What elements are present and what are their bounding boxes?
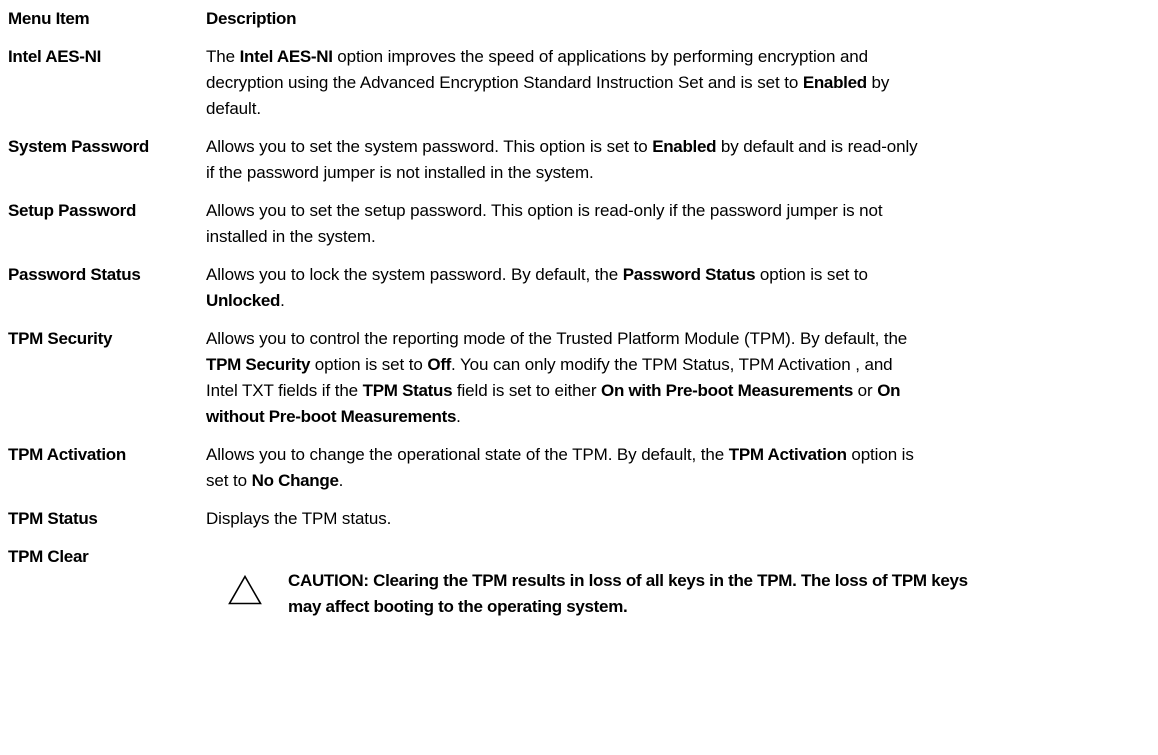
caution-triangle-icon — [228, 575, 262, 605]
text-run: Allows you to set the system password. T… — [206, 137, 653, 156]
menu-item-term: Password Status — [8, 265, 141, 284]
menu-item-description: The Intel AES-NI option improves the spe… — [206, 44, 1148, 122]
text-run: . — [280, 291, 285, 310]
emphasized-text: Unlocked — [206, 291, 281, 310]
text-run: set to — [206, 471, 252, 490]
menu-item-term: TPM Security — [8, 329, 113, 348]
menu-item-term: Setup Password — [8, 201, 137, 220]
menu-item-term: TPM Clear — [8, 547, 89, 566]
text-run: if the password jumper is not installed … — [206, 163, 594, 182]
table-row: Intel AES-NI The Intel AES-NI option impr… — [8, 44, 1148, 122]
text-run: by default and is read-only — [716, 137, 918, 156]
table-row: TPM Status Displays the TPM status. — [8, 506, 1148, 532]
text-run: Allows you to control the reporting mode… — [206, 329, 908, 348]
table-row: System Password Allows you to set the sys… — [8, 134, 1148, 186]
menu-item-description: Allows you to set the setup password. Th… — [206, 198, 1148, 250]
emphasized-text: TPM Activation — [728, 445, 847, 464]
menu-item-term: TPM Status — [8, 509, 98, 528]
emphasized-text: On — [877, 381, 901, 400]
text-run: or — [853, 381, 878, 400]
description-heading: Description — [206, 9, 297, 28]
caution-note: CAUTION: Clearing the TPM results in los… — [228, 568, 1148, 620]
emphasized-text: without Pre-boot Measurements — [206, 407, 457, 426]
menu-item-description: Allows you to lock the system password. … — [206, 262, 1148, 314]
emphasized-text: On with Pre-boot Measurements — [601, 381, 854, 400]
text-run: option improves the speed of application… — [332, 47, 869, 66]
emphasized-text: No Change — [251, 471, 339, 490]
menu-item-description: Allows you to control the reporting mode… — [206, 326, 1148, 430]
text-run: Displays the TPM status. — [206, 509, 392, 528]
text-run: . You can only modify the TPM Status, TP… — [451, 355, 893, 374]
text-run: decryption using the Advanced Encryption… — [206, 73, 803, 92]
document: Menu Item Description Intel AES-NI The In… — [8, 6, 1148, 620]
table-row: TPM Activation Allows you to change the o… — [8, 442, 1148, 494]
text-run: Allows you to lock the system password. … — [206, 265, 623, 284]
text-run: installed in the system. — [206, 227, 376, 246]
text-run: by — [866, 73, 890, 92]
menu-item-description: Allows you to set the system password. T… — [206, 134, 1148, 186]
menu-item-term: Intel AES-NI — [8, 47, 102, 66]
text-run: option is set to — [755, 265, 868, 284]
caution-text: CAUTION: Clearing the TPM results in los… — [288, 568, 968, 620]
emphasized-text: TPM Status — [362, 381, 453, 400]
menu-item-description: Allows you to change the operational sta… — [206, 442, 1148, 494]
table-row: TPM Security Allows you to control the re… — [8, 326, 1148, 430]
text-run: . — [456, 407, 461, 426]
text-run: . — [338, 471, 344, 490]
emphasized-text: Enabled — [652, 137, 717, 156]
text-run: field is set to either — [452, 381, 602, 400]
menu-item-description: Displays the TPM status. — [206, 506, 1148, 532]
emphasized-text: Enabled — [802, 73, 867, 92]
emphasized-text: Password Status — [622, 265, 756, 284]
emphasized-text: TPM Security — [206, 355, 311, 374]
caution-line: may affect booting to the operating syst… — [288, 597, 628, 616]
table-header: Menu Item Description — [8, 6, 1148, 32]
definition-list: Intel AES-NI The Intel AES-NI option impr… — [8, 44, 1148, 532]
text-run: The — [206, 47, 240, 66]
table-row-tpm-clear: TPM Clear CAUTION: Clearing the TPM resu… — [8, 544, 1148, 620]
emphasized-text: Off — [427, 355, 452, 374]
text-run: option is set to — [310, 355, 428, 374]
menu-item-description: CAUTION: Clearing the TPM results in los… — [206, 544, 1148, 620]
menu-item-term: System Password — [8, 137, 150, 156]
emphasized-text: Intel AES-NI — [239, 47, 333, 66]
caution-line: CAUTION: Clearing the TPM results in los… — [288, 571, 968, 590]
text-run: option is — [846, 445, 914, 464]
text-run: Allows you to set the setup password. Th… — [206, 201, 883, 220]
table-row: Setup Password Allows you to set the setu… — [8, 198, 1148, 250]
text-run: Intel TXT fields if the — [206, 381, 363, 400]
text-run: Allows you to change the operational sta… — [206, 445, 729, 464]
table-row: Password Status Allows you to lock the sy… — [8, 262, 1148, 314]
text-run: default. — [206, 99, 261, 118]
menu-item-term: TPM Activation — [8, 445, 126, 464]
menu-item-heading: Menu Item — [8, 9, 90, 28]
